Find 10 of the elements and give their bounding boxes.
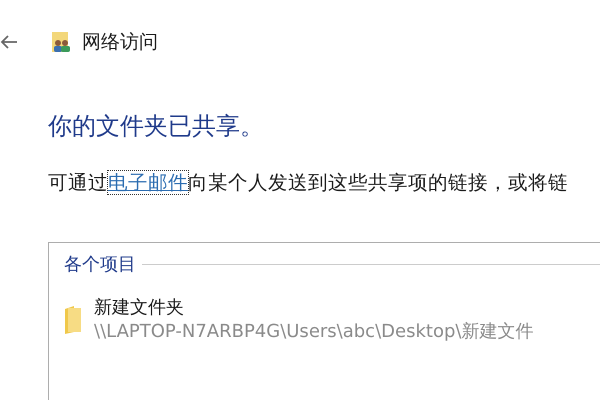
folder-icon — [64, 304, 82, 335]
heading: 你的文件夹已共享。 — [48, 112, 265, 141]
folder-name: 新建文件夹 — [94, 296, 185, 320]
network-folder-icon — [50, 31, 72, 53]
window-title: 网络访问 — [82, 30, 158, 55]
message-text: 可通过电子邮件向某个人发送到这些共享项的链接，或将链 — [48, 170, 569, 194]
group-legend: 各个项目 — [64, 251, 136, 278]
back-icon[interactable] — [0, 35, 18, 49]
folder-path: \\LAPTOP-N7ARBP4G\Users\abc\Desktop\新建文件 — [94, 320, 534, 344]
email-link[interactable]: 电子邮件 — [108, 170, 188, 194]
